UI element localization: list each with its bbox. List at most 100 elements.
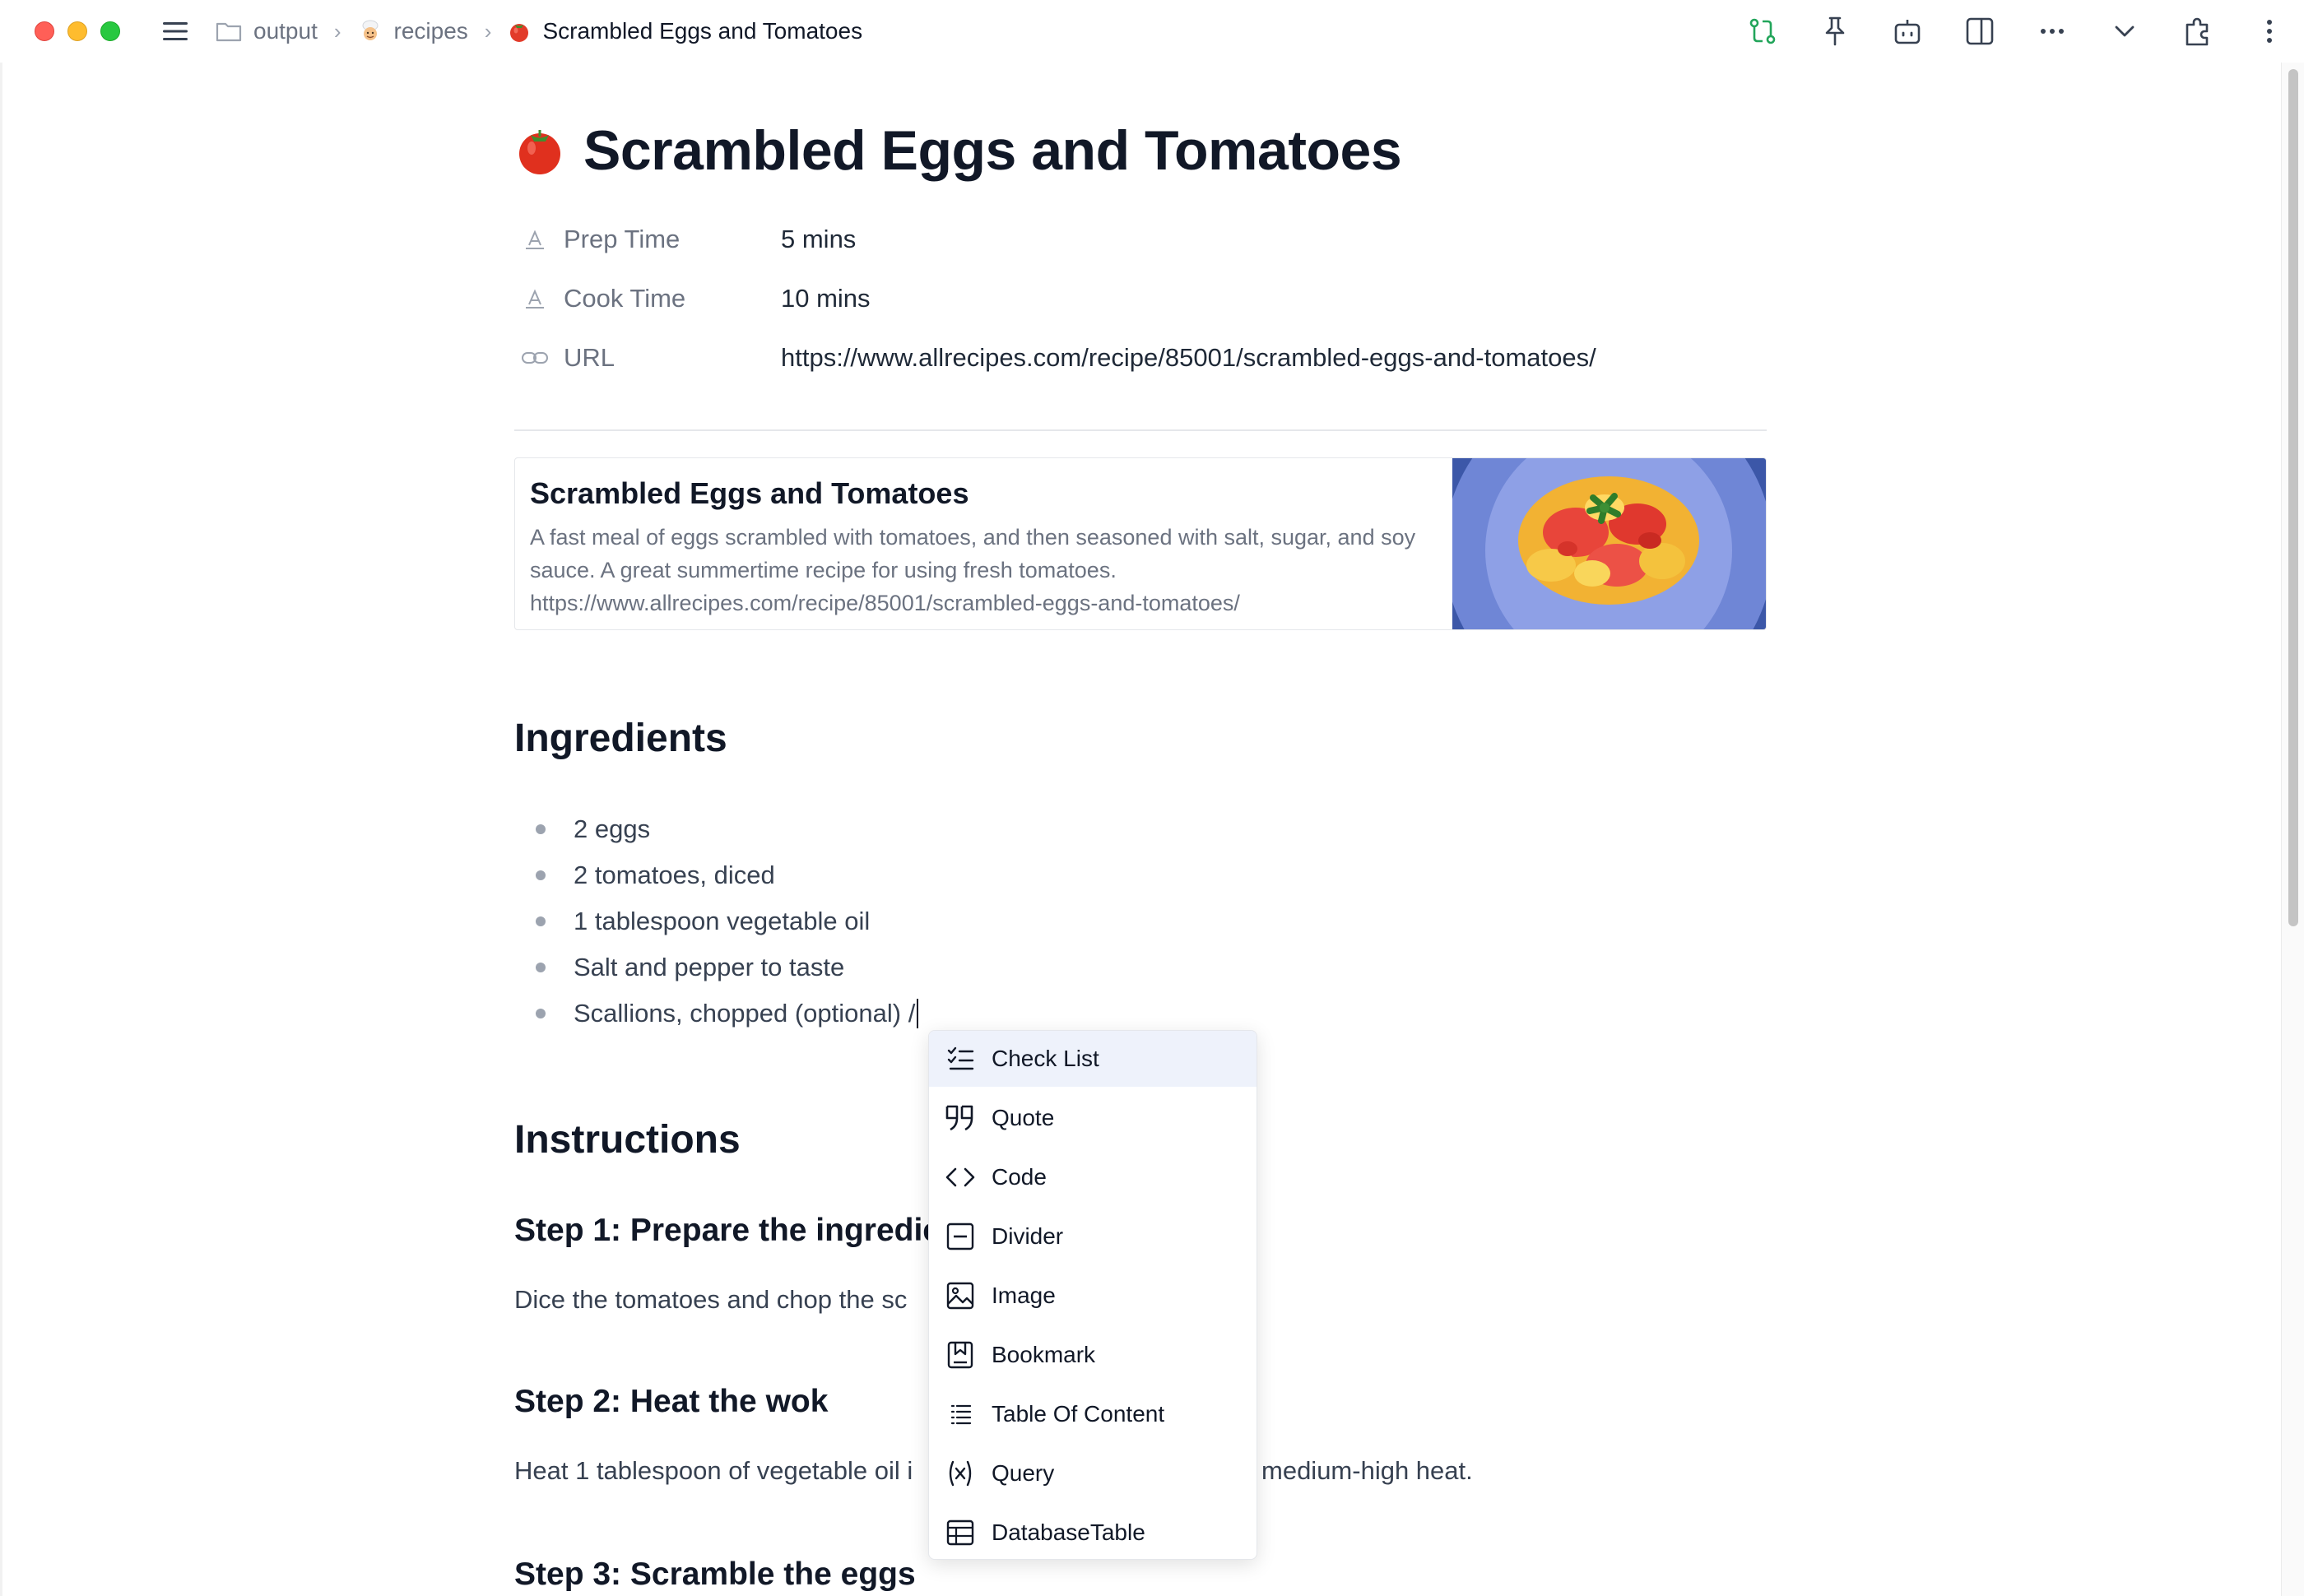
bot-icon[interactable] [1889, 13, 1925, 49]
bookmark-icon [944, 1339, 977, 1371]
scrollbar-thumb[interactable] [2288, 69, 2298, 926]
menu-item-label: Code [992, 1164, 1047, 1190]
toc-icon [944, 1398, 977, 1431]
zoom-window-button[interactable] [100, 21, 120, 41]
minimize-window-button[interactable] [67, 21, 87, 41]
step-2-text[interactable]: Heat 1 tablespoon of vegetable oil i [514, 1456, 913, 1486]
breadcrumb-label: recipes [393, 18, 468, 44]
bookmark-card[interactable]: Scrambled Eggs and Tomatoes A fast meal … [514, 457, 1767, 630]
sidebar-toggle-icon[interactable] [161, 19, 189, 44]
kebab-menu-icon[interactable] [2251, 13, 2288, 49]
text-property-icon [521, 285, 549, 313]
menu-item-label: Table Of Content [992, 1401, 1165, 1427]
menu-item-label: Quote [992, 1105, 1055, 1130]
window-controls [35, 21, 120, 41]
breadcrumb-separator: › [333, 18, 341, 44]
bookmark-url: https://www.allrecipes.com/recipe/85001/… [530, 591, 1240, 615]
step-3-heading[interactable]: Step 3: Scramble the eggs [514, 1557, 916, 1593]
list-item-text[interactable]: Salt and pepper to taste [574, 953, 844, 982]
bullet-icon [536, 963, 546, 972]
query-icon [944, 1457, 977, 1490]
chevron-down-icon[interactable] [2107, 13, 2143, 49]
breadcrumb-item-output[interactable]: output [216, 18, 318, 44]
tomato-emoji-icon [508, 20, 531, 43]
step-2-heading[interactable]: Step 2: Heat the wok [514, 1384, 828, 1420]
menu-item-table-of-content[interactable]: Table Of Content [929, 1386, 1257, 1442]
bookmark-title: Scrambled Eggs and Tomatoes [530, 476, 969, 510]
instructions-heading[interactable]: Instructions [514, 1117, 741, 1162]
property-value[interactable]: 10 mins [781, 284, 871, 313]
image-icon [944, 1279, 977, 1312]
menu-item-label: Divider [992, 1223, 1064, 1249]
property-name: Cook Time [564, 284, 686, 313]
bullet-icon [536, 870, 546, 880]
checklist-icon [944, 1042, 977, 1075]
link-icon [521, 344, 549, 372]
step-1-text[interactable]: Dice the tomatoes and chop the sc [514, 1285, 907, 1315]
pin-icon[interactable] [1817, 13, 1853, 49]
top-bar: output › recipes › Scrambled Eggs and To… [0, 0, 2304, 63]
text-cursor [917, 999, 919, 1028]
list-item-text[interactable]: 2 tomatoes, diced [574, 861, 775, 890]
breadcrumb-item-current[interactable]: Scrambled Eggs and Tomatoes [508, 18, 862, 44]
text-property-icon [521, 225, 549, 253]
toolbar [1744, 12, 2288, 51]
bullet-icon [536, 1009, 546, 1018]
menu-item-divider[interactable]: Divider [929, 1209, 1257, 1264]
page-title[interactable]: Scrambled Eggs and Tomatoes [514, 118, 1402, 183]
more-icon[interactable] [2034, 13, 2070, 49]
menu-item-label: Image [992, 1283, 1056, 1308]
list-item[interactable]: Salt and pepper to taste [514, 944, 844, 991]
ingredients-heading[interactable]: Ingredients [514, 716, 727, 761]
list-item-text[interactable]: Scallions, chopped (optional) / [574, 999, 915, 1028]
divider-icon [944, 1220, 977, 1253]
split-view-icon[interactable] [1962, 13, 1998, 49]
bullet-icon [536, 824, 546, 834]
property-cook-time[interactable]: Cook Time 10 mins [514, 278, 871, 319]
property-name: URL [564, 343, 615, 372]
menu-item-code[interactable]: Code [929, 1149, 1257, 1205]
folder-icon [216, 20, 242, 43]
menu-item-label: DatabaseTable [992, 1519, 1145, 1545]
sync-icon[interactable] [1744, 13, 1781, 49]
breadcrumb-item-recipes[interactable]: recipes [358, 18, 468, 44]
plugin-icon[interactable] [2179, 13, 2215, 49]
menu-item-label: Bookmark [992, 1342, 1096, 1367]
step-1-heading[interactable]: Step 1: Prepare the ingredie [514, 1213, 941, 1249]
table-icon [944, 1516, 977, 1549]
menu-item-image[interactable]: Image [929, 1268, 1257, 1324]
breadcrumb-label: output [253, 18, 318, 44]
tomato-emoji-icon[interactable] [514, 125, 565, 176]
menu-item-quote[interactable]: Quote [929, 1090, 1257, 1146]
list-item-active[interactable]: Scallions, chopped (optional) / [514, 991, 919, 1037]
quote-icon [944, 1102, 977, 1134]
list-item-text[interactable]: 2 eggs [574, 814, 650, 844]
list-item[interactable]: 2 tomatoes, diced [514, 852, 775, 898]
list-item-text[interactable]: 1 tablespoon vegetable oil [574, 907, 870, 936]
menu-item-label: Check List [992, 1046, 1099, 1071]
chef-emoji-icon [358, 19, 383, 44]
app-window: output › recipes › Scrambled Eggs and To… [0, 0, 2304, 1596]
property-prep-time[interactable]: Prep Time 5 mins [514, 219, 856, 260]
menu-item-label: Query [992, 1460, 1055, 1486]
property-value[interactable]: 5 mins [781, 225, 856, 254]
breadcrumb: output › recipes › Scrambled Eggs and To… [161, 15, 862, 48]
bookmark-thumbnail-image [1452, 458, 1766, 629]
menu-item-database-table[interactable]: DatabaseTable [929, 1505, 1257, 1559]
property-value[interactable]: https://www.allrecipes.com/recipe/85001/… [781, 343, 1596, 373]
step-2-text-tail[interactable]: medium-high heat. [1261, 1456, 1473, 1486]
menu-item-query[interactable]: Query [929, 1445, 1257, 1501]
bullet-icon [536, 916, 546, 926]
list-item[interactable]: 2 eggs [514, 806, 650, 852]
list-item[interactable]: 1 tablespoon vegetable oil [514, 898, 870, 944]
close-window-button[interactable] [35, 21, 54, 41]
property-name: Prep Time [564, 225, 681, 253]
menu-item-bookmark[interactable]: Bookmark [929, 1327, 1257, 1383]
properties-divider [514, 429, 1767, 431]
menu-item-check-list[interactable]: Check List [929, 1031, 1257, 1087]
slash-command-menu: Check List Quote Code Divider Image Book… [928, 1030, 1257, 1560]
property-url[interactable]: URL https://www.allrecipes.com/recipe/85… [514, 337, 1596, 378]
page-title-text[interactable]: Scrambled Eggs and Tomatoes [583, 118, 1402, 183]
vertical-scrollbar[interactable] [2281, 63, 2304, 1596]
breadcrumb-separator: › [484, 18, 492, 44]
